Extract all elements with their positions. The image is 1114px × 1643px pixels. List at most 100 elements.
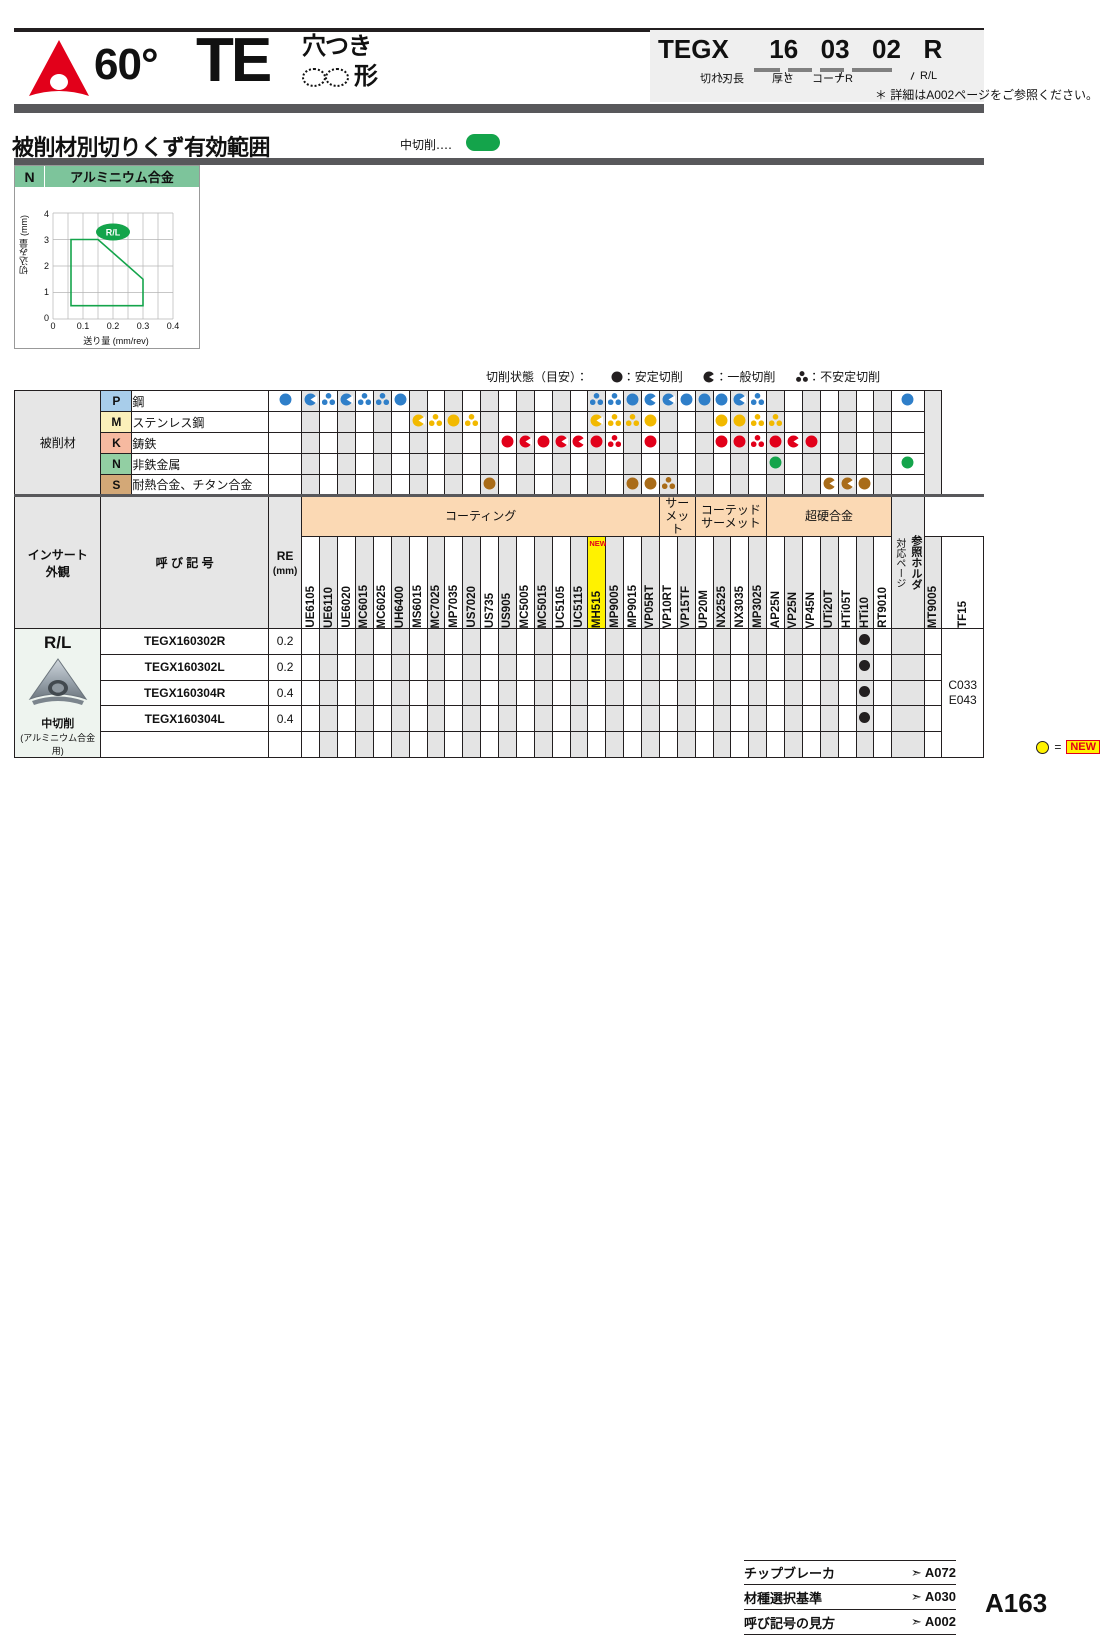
footer-link-1[interactable]: 材種選択基準 ➣ A030 <box>744 1585 956 1610</box>
product-grade-cell <box>801 653 821 681</box>
material-marker-cell <box>337 474 356 496</box>
material-marker-cell <box>694 390 714 412</box>
material-marker-cell <box>462 474 482 496</box>
grade-column-header: UC5115 <box>569 536 589 629</box>
ref-holder-cell: C033 E043 <box>941 628 984 758</box>
product-row[interactable]: TEGX160302L 0.2 <box>15 653 984 681</box>
material-name-K: 鋳鉄 <box>131 432 269 454</box>
product-grade-cell <box>694 679 714 707</box>
code-underline-4 <box>852 68 892 72</box>
product-grade-cell <box>533 705 553 733</box>
legend-green-pill <box>466 134 500 151</box>
product-grade-cell <box>658 653 678 681</box>
material-marker-cell <box>480 474 499 496</box>
product-grade-cell <box>923 628 943 655</box>
product-grade-cell <box>890 628 925 655</box>
chart-svg: R/L <box>52 212 174 320</box>
cut-state-prefix: 切削状態（目安）： <box>486 370 589 384</box>
material-marker-cell <box>819 390 839 412</box>
material-marker-cell <box>658 411 678 433</box>
product-row[interactable]: R/L 中切削 (アルミニウム合金用) TEGX160302R 0.2 C033 E043 <box>13 628 984 758</box>
material-marker-cell <box>873 432 892 454</box>
product-grade-cell <box>658 679 678 707</box>
grade-name: AP25N <box>769 590 782 628</box>
product-grade-cell <box>766 653 785 681</box>
product-grade-cell <box>390 679 410 707</box>
material-marker-cell <box>605 474 625 496</box>
code-legend-0: 切れ刃長 <box>700 73 744 85</box>
material-marker-cell <box>462 411 482 433</box>
material-marker-cell <box>390 453 410 475</box>
product-grade-cell <box>923 679 943 707</box>
product-row[interactable]: TEGX160304R 0.4 <box>15 679 984 707</box>
product-grade-cell <box>748 653 768 681</box>
grade-column-header: UH6400 <box>390 536 410 629</box>
grade-name: UE6020 <box>340 586 353 628</box>
material-marker-cell <box>748 411 768 433</box>
material-marker-cell <box>267 411 303 433</box>
product-grade-cell <box>641 679 660 707</box>
product-grade-cell <box>605 705 625 733</box>
grade-selection-table: 被削材 P 鋼 M ステンレス鋼 K 鋳鉄 N 非鉄金属 S 耐熱合金、チタン合金 インサート 外観呼 … <box>13 390 984 758</box>
grade-group-header: コーティング <box>301 494 660 537</box>
designation-header: 呼 び 記 号 <box>100 494 269 629</box>
footer-link-page-1: ➣ A030 <box>911 1589 956 1605</box>
material-marker-cell <box>551 411 571 433</box>
product-grade-cell <box>855 679 875 707</box>
material-marker-cell <box>766 411 785 433</box>
material-marker-cell <box>408 474 428 496</box>
material-marker-cell <box>267 390 303 412</box>
material-marker-cell <box>408 390 428 412</box>
footer-link-page-0: ➣ A072 <box>911 1565 956 1581</box>
grade-column-header: UE6105 <box>301 536 321 629</box>
material-marker-cell <box>748 474 768 496</box>
cut-state-label-0: ：安定切削 <box>622 370 683 384</box>
grade-name: UTi20T <box>823 589 836 628</box>
product-grade-cell <box>337 653 356 681</box>
product-grade-cell <box>819 679 839 707</box>
material-marker-cell <box>730 453 750 475</box>
product-grade-cell <box>730 679 750 707</box>
footer-link-0[interactable]: チップブレーカ ➣ A072 <box>744 1560 956 1585</box>
product-grade-cell <box>676 628 696 655</box>
material-marker-cell <box>605 432 625 454</box>
grade-column-header: UE6020 <box>337 536 356 629</box>
product-grade-cell <box>498 705 517 733</box>
material-marker-cell <box>766 390 785 412</box>
code-legend-1: 厚さ <box>772 73 794 85</box>
chart-series-label: R/L <box>106 228 121 238</box>
material-marker-cell <box>694 432 714 454</box>
product-grade-cell <box>694 705 714 733</box>
product-grade-cell <box>873 653 892 681</box>
material-marker-cell <box>801 390 821 412</box>
material-marker-cell <box>372 474 392 496</box>
material-marker-cell <box>301 474 321 496</box>
material-marker-cell <box>480 411 499 433</box>
angle-label: 60° <box>94 40 159 89</box>
material-marker-cell <box>623 390 642 412</box>
material-marker-cell <box>730 390 750 412</box>
product-grade-cell <box>873 679 892 707</box>
material-marker-cell <box>801 432 821 454</box>
material-marker-cell <box>623 432 642 454</box>
chip-control-legend-label: 中切削‥‥ <box>400 136 452 153</box>
material-marker-cell <box>712 411 732 433</box>
material-marker-cell <box>390 432 410 454</box>
product-row[interactable]: TEGX160304L 0.4 <box>15 705 984 733</box>
material-marker-cell <box>766 453 785 475</box>
grade-column-header: MC7025 <box>426 536 446 629</box>
grade-column-header: NEW MH515 <box>587 536 607 629</box>
material-marker-cell <box>390 411 410 433</box>
product-designation: TEGX160304L <box>100 705 269 733</box>
ref-holder-header: 対応ページ 参照ホルダ <box>890 494 925 629</box>
product-grade-cell <box>712 705 732 733</box>
material-marker-cell <box>855 390 875 412</box>
grade-column-header: MS6015 <box>408 536 428 629</box>
footer-link-2[interactable]: 呼び記号の見方 ➣ A002 <box>744 1610 956 1635</box>
material-marker-cell <box>444 432 464 454</box>
material-marker-cell <box>748 432 768 454</box>
material-marker-cell <box>569 453 589 475</box>
product-grade-cell <box>355 705 374 733</box>
product-grade-cell <box>623 705 642 733</box>
product-grade-cell <box>855 628 875 655</box>
